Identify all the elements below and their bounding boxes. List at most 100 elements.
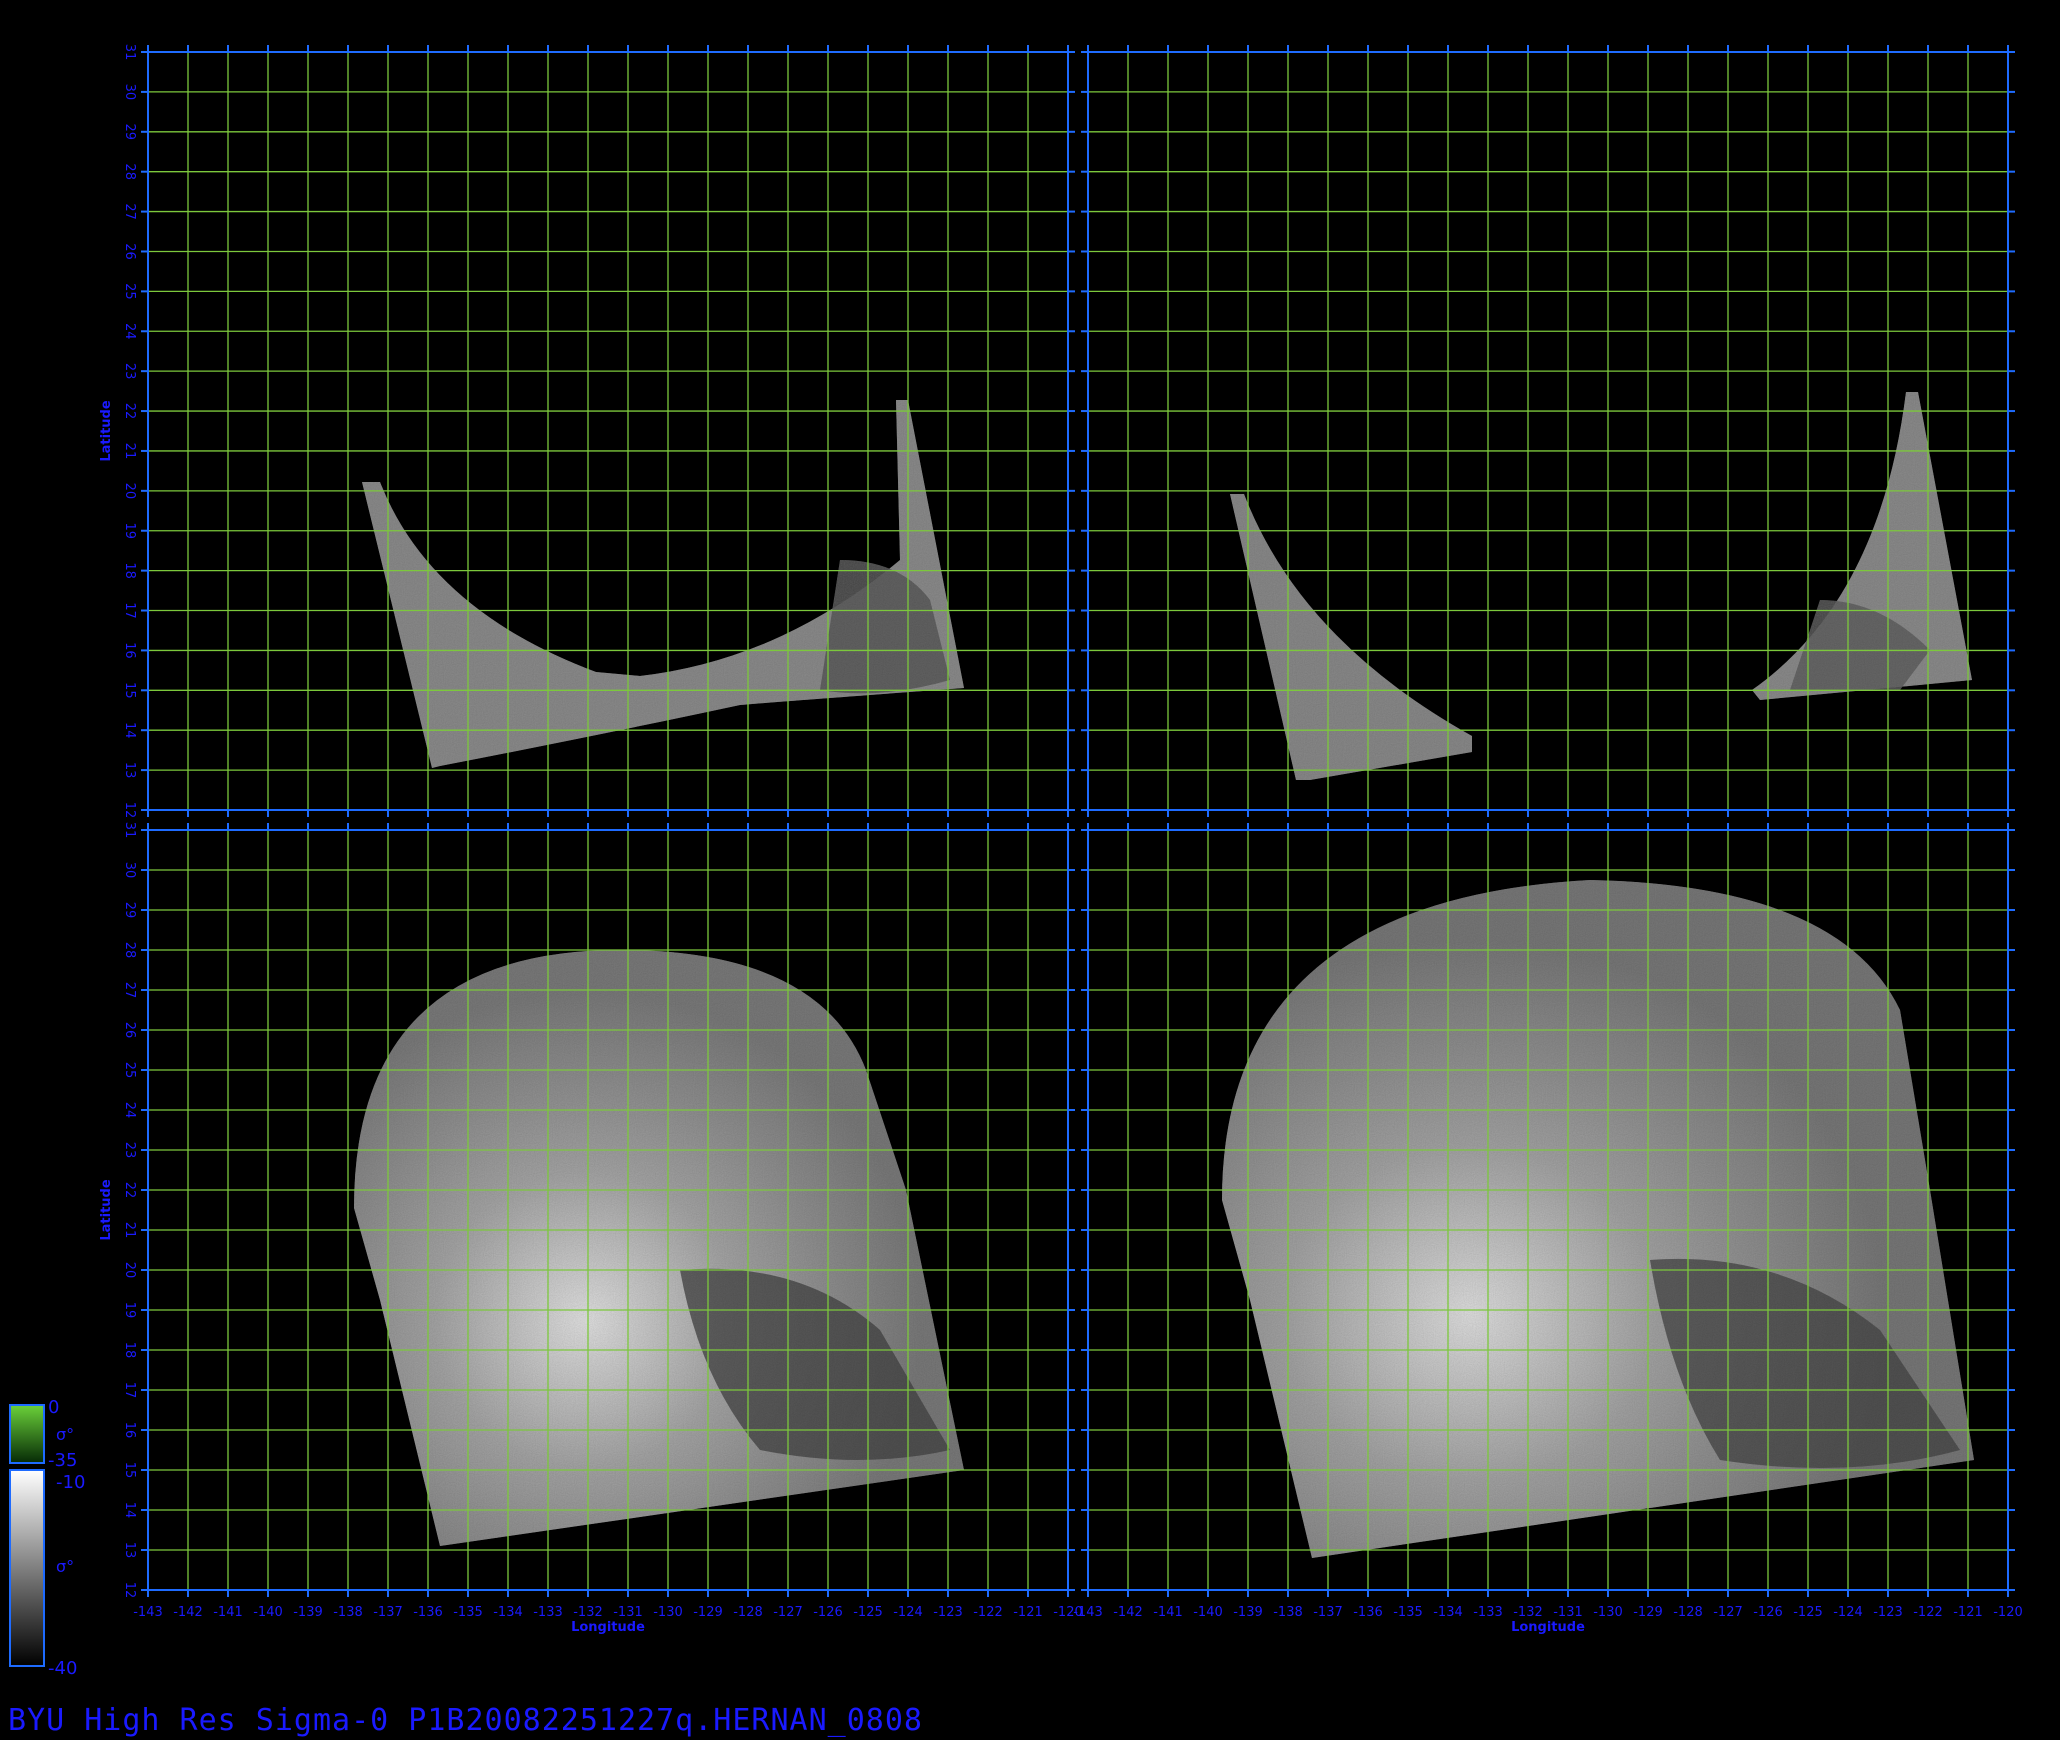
lat-tick-label: 25 — [122, 283, 137, 300]
lat-tick-label: 22 — [122, 403, 137, 420]
lat-tick-label: 16 — [122, 1422, 137, 1439]
tick-marks — [1081, 45, 2015, 817]
lon-tick-label: -125 — [1793, 1605, 1823, 1620]
lon-tick-label: -124 — [1833, 1605, 1863, 1620]
lon-tick-label: -134 — [1433, 1605, 1463, 1620]
lon-tick-label: -127 — [1713, 1605, 1743, 1620]
colorbar-ramp — [9, 1469, 45, 1667]
lon-tick-label: -127 — [773, 1605, 803, 1620]
colorbar-unit-label: σ° — [56, 1425, 74, 1444]
lon-tick-label: -143 — [1073, 1605, 1103, 1620]
lon-tick-label: -137 — [1313, 1605, 1343, 1620]
lon-tick-label: -128 — [1673, 1605, 1703, 1620]
colorbar-green: 0 σ° -35 — [9, 1397, 77, 1471]
lon-tick-label: -130 — [653, 1605, 683, 1620]
colorbar-min-label: -35 — [48, 1450, 77, 1471]
lon-tick-label: -140 — [253, 1605, 283, 1620]
lon-tick-label: -121 — [1953, 1605, 1983, 1620]
graticule — [1087, 51, 2009, 811]
lat-tick-label: 22 — [122, 1182, 137, 1199]
lon-tick-label: -120 — [1993, 1605, 2023, 1620]
lat-tick-label: 19 — [122, 1302, 137, 1319]
lat-tick-label: 13 — [122, 762, 137, 779]
lat-tick-label: 17 — [122, 602, 137, 619]
lat-tick-label: 13 — [122, 1542, 137, 1559]
lon-tick-label: -142 — [1113, 1605, 1143, 1620]
lon-tick-label: -141 — [213, 1605, 243, 1620]
lat-tick-label: 15 — [122, 682, 137, 699]
swath-upper-right — [1230, 392, 1972, 780]
lon-tick-label: -142 — [173, 1605, 203, 1620]
lon-tick-label: -139 — [1233, 1605, 1263, 1620]
lon-tick-label: -129 — [693, 1605, 723, 1620]
swath-lower-right — [1222, 880, 1974, 1558]
lat-tick-label: 20 — [122, 483, 137, 500]
lon-tick-label: -143 — [133, 1605, 163, 1620]
figure-caption: BYU High Res Sigma-0 P1B20082251227q.HER… — [8, 1703, 923, 1738]
lat-tick-label: 17 — [122, 1382, 137, 1399]
lat-tick-label: 26 — [122, 243, 137, 260]
y-axis-label: Latitude — [99, 1179, 114, 1241]
lon-tick-label: -136 — [1353, 1605, 1383, 1620]
lon-tick-label: -122 — [1913, 1605, 1943, 1620]
lat-tick-label: 29 — [122, 124, 137, 141]
colorbar-gray: -10 σ° -40 — [9, 1469, 85, 1679]
lon-tick-label: -130 — [1593, 1605, 1623, 1620]
colorbar-max-label: -10 — [56, 1472, 85, 1493]
lat-tick-label: 12 — [122, 802, 137, 819]
lat-tick-label: 31 — [122, 822, 137, 839]
lon-tick-label: -135 — [1393, 1605, 1423, 1620]
lon-tick-label: -122 — [973, 1605, 1003, 1620]
colorbar-ramp — [9, 1404, 45, 1464]
lat-tick-label: 21 — [122, 1222, 137, 1239]
lat-tick-label: 27 — [122, 203, 137, 220]
lat-tick-label: 12 — [122, 1582, 137, 1599]
map-panel-upper-right — [1081, 45, 2015, 817]
lat-tick-label: 23 — [122, 1142, 137, 1159]
lon-tick-label: -128 — [733, 1605, 763, 1620]
lon-tick-label: -124 — [893, 1605, 923, 1620]
lat-tick-label: 30 — [122, 84, 137, 101]
lat-tick-label: 24 — [122, 1102, 137, 1119]
lon-tick-label: -136 — [413, 1605, 443, 1620]
lat-tick-label: 31 — [122, 44, 137, 61]
lon-tick-label: -131 — [1553, 1605, 1583, 1620]
lon-tick-label: -132 — [573, 1605, 603, 1620]
colorbar-min-label: -40 — [48, 1658, 77, 1679]
lat-tick-label: 26 — [122, 1022, 137, 1039]
colorbar-unit-label: σ° — [56, 1557, 74, 1576]
lon-tick-label: -138 — [333, 1605, 363, 1620]
lat-tick-label: 28 — [122, 163, 137, 180]
lon-tick-label: -131 — [613, 1605, 643, 1620]
lon-tick-label: -135 — [453, 1605, 483, 1620]
lat-tick-label: 15 — [122, 1462, 137, 1479]
lon-tick-label: -126 — [813, 1605, 843, 1620]
lat-tick-label: 29 — [122, 902, 137, 919]
lon-tick-label: -132 — [1513, 1605, 1543, 1620]
map-figure: 12 13 14 15 16 17 18 19 20 21 22 23 24 25 26 27 28 29 30 31… — [9, 44, 2023, 1679]
lon-tick-label: -123 — [1873, 1605, 1903, 1620]
lon-tick-label: -134 — [493, 1605, 523, 1620]
colorbar-max-label: 0 — [48, 1397, 59, 1418]
lat-tick-label: 30 — [122, 862, 137, 879]
lat-tick-label: 23 — [122, 363, 137, 380]
x-axis-label: Longitude — [1511, 1620, 1585, 1635]
lon-tick-label: -125 — [853, 1605, 883, 1620]
lon-tick-label: -139 — [293, 1605, 323, 1620]
lat-tick-label: 19 — [122, 522, 137, 539]
lon-tick-label: -133 — [1473, 1605, 1503, 1620]
lat-tick-label: 14 — [122, 722, 137, 739]
lat-tick-label: 24 — [122, 323, 137, 340]
lat-tick-label: 20 — [122, 1262, 137, 1279]
lat-tick-label: 18 — [122, 1342, 137, 1359]
lat-tick-label: 27 — [122, 982, 137, 999]
lon-tick-label: -138 — [1273, 1605, 1303, 1620]
swath-upper-left — [362, 400, 964, 768]
lon-tick-label: -123 — [933, 1605, 963, 1620]
panel-frame — [1087, 51, 2009, 811]
lon-tick-label: -121 — [1013, 1605, 1043, 1620]
swath-lower-left — [354, 950, 964, 1546]
lon-tick-label: -137 — [373, 1605, 403, 1620]
lat-tick-label: 21 — [122, 443, 137, 460]
x-axis-label: Longitude — [571, 1620, 645, 1635]
